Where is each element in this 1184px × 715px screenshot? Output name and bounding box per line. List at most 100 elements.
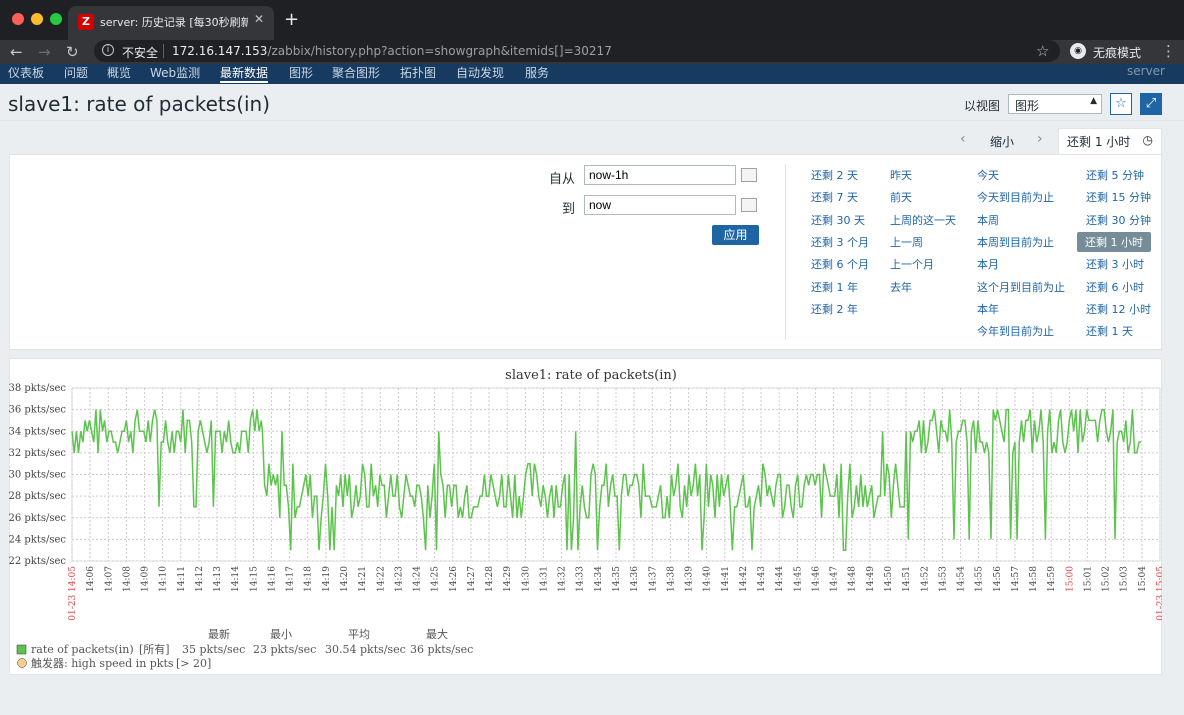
quick-range-link[interactable]: 还剩 6 个月 bbox=[811, 256, 869, 272]
y-tick-label: 34 pkts/sec bbox=[9, 426, 66, 437]
quick-range-link[interactable]: 还剩 3 个月 bbox=[811, 234, 869, 250]
x-tick-label: 14:26 bbox=[449, 566, 459, 592]
x-tick-label: 15:01 bbox=[1083, 566, 1093, 592]
forward-icon[interactable]: → bbox=[38, 43, 51, 61]
quick-range-link[interactable]: 本月 bbox=[977, 256, 999, 272]
x-tick-label: 14:23 bbox=[394, 566, 404, 592]
to-calendar-icon[interactable] bbox=[741, 198, 757, 212]
menu-item-maps[interactable]: 拓扑图 bbox=[400, 64, 436, 81]
quick-range-link[interactable]: 还剩 2 天 bbox=[811, 167, 858, 183]
legend-value-max: 36 pkts/sec bbox=[410, 643, 473, 656]
quick-range-link[interactable]: 还剩 1 年 bbox=[811, 279, 858, 295]
back-icon[interactable]: ← bbox=[10, 43, 23, 61]
quick-range-link[interactable]: 这个月到目前为止 bbox=[977, 279, 1065, 295]
x-tick-label: 14:08 bbox=[122, 566, 132, 592]
quick-range-link[interactable]: 上一周 bbox=[890, 234, 923, 250]
menu-item-latest-data[interactable]: 最新数据 bbox=[220, 64, 269, 83]
graph-title: slave1: rate of packets(in) bbox=[505, 368, 677, 383]
quick-range-link[interactable]: 今天 bbox=[977, 167, 999, 183]
x-tick-label: 14:54 bbox=[957, 566, 967, 592]
incognito-label[interactable]: 无痕模式 bbox=[1093, 44, 1141, 61]
quick-range-link[interactable]: 昨天 bbox=[890, 167, 912, 183]
quick-range-link[interactable]: 还剩 30 天 bbox=[811, 212, 865, 228]
quick-range-link[interactable]: 前天 bbox=[890, 189, 912, 205]
close-window-icon[interactable] bbox=[12, 13, 24, 25]
maximize-window-icon[interactable] bbox=[50, 13, 62, 25]
bookmark-star-icon[interactable]: ☆ bbox=[1036, 42, 1049, 60]
menu-item-discovery[interactable]: 自动发现 bbox=[456, 64, 504, 81]
view-as-select[interactable]: 图形 ▲ bbox=[1008, 94, 1102, 114]
x-tick-label: 14:06 bbox=[86, 566, 96, 592]
quick-range-link[interactable]: 本周 bbox=[977, 212, 999, 228]
x-tick-label: 14:52 bbox=[920, 566, 930, 592]
legend-series-name: rate of packets(in) bbox=[31, 643, 134, 656]
quick-range-link[interactable]: 本年 bbox=[977, 301, 999, 317]
x-tick-label: 15:02 bbox=[1102, 566, 1112, 592]
quick-range-link[interactable]: 今天到目前为止 bbox=[977, 189, 1054, 205]
menu-item-services[interactable]: 服务 bbox=[525, 64, 549, 81]
quick-range-link[interactable]: 还剩 5 分钟 bbox=[1086, 167, 1144, 183]
menu-item-problems[interactable]: 问题 bbox=[64, 64, 88, 81]
quick-range-link[interactable]: 还剩 15 分钟 bbox=[1086, 189, 1151, 205]
x-tick-label: 14:41 bbox=[721, 566, 731, 592]
tab-close-icon[interactable]: ✕ bbox=[254, 12, 264, 26]
quick-range-link[interactable]: 还剩 1 天 bbox=[1086, 323, 1133, 339]
legend-series-swatch bbox=[16, 644, 27, 655]
menu-kebab-icon[interactable]: ⋮ bbox=[1161, 42, 1176, 60]
quick-range-link[interactable]: 本周到目前为止 bbox=[977, 234, 1054, 250]
y-tick-label: 36 pkts/sec bbox=[9, 405, 66, 416]
url-text[interactable]: 172.16.147.153/zabbix/history.php?action… bbox=[172, 44, 612, 58]
x-tick-label: 14:24 bbox=[413, 566, 423, 592]
quick-range-link[interactable]: 还剩 6 小时 bbox=[1086, 279, 1144, 295]
apply-button[interactable]: 应用 bbox=[712, 225, 759, 245]
prev-period-icon[interactable]: ‹ bbox=[960, 131, 966, 147]
quick-range-link[interactable]: 去年 bbox=[890, 279, 912, 295]
quick-range-link[interactable]: 上周的这一天 bbox=[890, 212, 956, 228]
y-tick-label: 28 pkts/sec bbox=[9, 491, 66, 502]
quick-range-link[interactable]: 上一个月 bbox=[890, 256, 934, 272]
quick-range-link[interactable]: 今年到目前为止 bbox=[977, 323, 1054, 339]
x-tick-label: 14:32 bbox=[558, 566, 568, 592]
favorite-star-icon[interactable]: ☆ bbox=[1110, 93, 1132, 115]
from-input[interactable] bbox=[584, 165, 736, 185]
legend-trigger-label: 触发器: high speed in pkts bbox=[31, 656, 174, 670]
x-tick-label: 14:37 bbox=[648, 566, 658, 592]
from-calendar-icon[interactable] bbox=[741, 168, 757, 182]
x-tick-label: 14:27 bbox=[467, 566, 477, 592]
minimize-window-icon[interactable] bbox=[31, 13, 43, 25]
quick-range-link[interactable]: 还剩 12 小时 bbox=[1086, 301, 1151, 317]
from-label: 自从 bbox=[549, 172, 576, 187]
x-tick-label: 14:14 bbox=[231, 566, 241, 592]
quick-range-link[interactable]: 还剩 30 分钟 bbox=[1086, 212, 1151, 228]
new-tab-icon[interactable]: + bbox=[284, 9, 299, 30]
x-tick-label: 14:25 bbox=[431, 566, 441, 592]
to-input[interactable] bbox=[584, 195, 736, 215]
menu-item-dashboard[interactable]: 仪表板 bbox=[8, 64, 44, 81]
x-tick-label: 01-23 14:05 bbox=[68, 566, 78, 621]
info-icon[interactable]: i bbox=[102, 44, 114, 56]
x-tick-label: 14:42 bbox=[739, 566, 749, 592]
x-tick-label: 14:44 bbox=[775, 566, 785, 592]
menu-item-overview[interactable]: 概览 bbox=[107, 64, 131, 81]
time-filter-tab[interactable]: 还剩 1 小时 ◷ bbox=[1058, 128, 1162, 154]
legend-value-last: 35 pkts/sec bbox=[182, 643, 245, 656]
x-tick-label: 14:57 bbox=[1011, 566, 1021, 592]
zoom-out-button[interactable]: 缩小 bbox=[990, 133, 1014, 150]
fullscreen-icon[interactable]: ⤢ bbox=[1140, 93, 1162, 115]
x-tick-label: 14:07 bbox=[104, 566, 114, 592]
quick-range-link[interactable]: 还剩 3 小时 bbox=[1086, 256, 1144, 272]
legend-value-avg: 30.54 pkts/sec bbox=[325, 643, 406, 656]
page-title: slave1: rate of packets(in) bbox=[8, 92, 271, 116]
quick-range-link[interactable]: 还剩 1 小时 bbox=[1077, 231, 1151, 252]
menu-item-graphs[interactable]: 图形 bbox=[289, 64, 313, 81]
legend-header-max: 最大 bbox=[426, 627, 448, 641]
next-period-icon[interactable]: › bbox=[1037, 131, 1043, 147]
quick-range-link[interactable]: 还剩 7 天 bbox=[811, 189, 858, 205]
legend-header-avg: 平均 bbox=[348, 628, 370, 641]
menu-item-web[interactable]: Web监测 bbox=[150, 64, 200, 81]
reload-icon[interactable]: ↻ bbox=[66, 43, 79, 61]
menu-item-screens[interactable]: 聚合图形 bbox=[332, 64, 380, 81]
x-tick-label: 14:20 bbox=[340, 566, 350, 592]
x-tick-label: 14:21 bbox=[358, 566, 368, 592]
quick-range-link[interactable]: 还剩 2 年 bbox=[811, 301, 858, 317]
